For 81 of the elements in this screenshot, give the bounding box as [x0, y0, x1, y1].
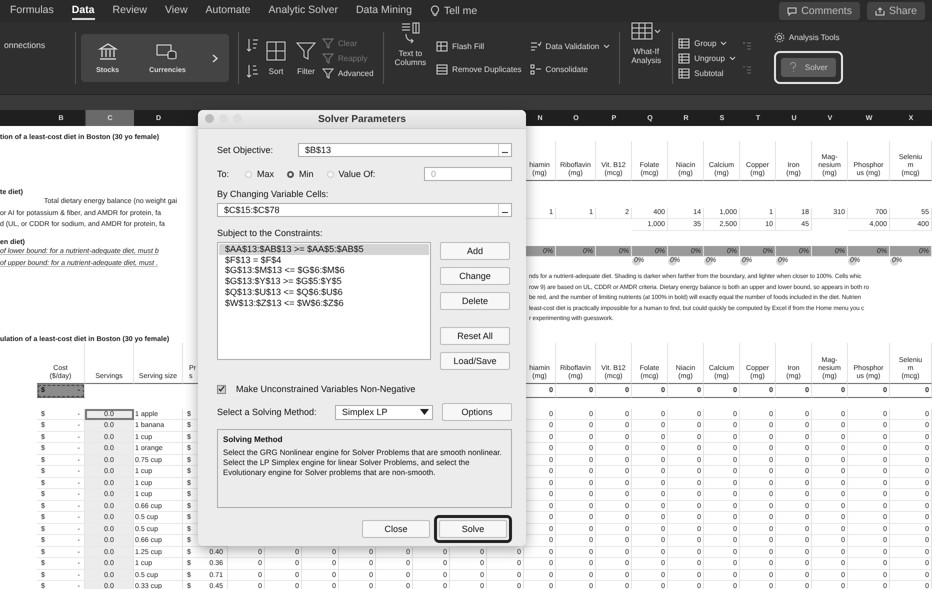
- tell-me-search[interactable]: Tell me: [430, 5, 478, 17]
- ribbon-tab[interactable]: Formulas: [10, 2, 54, 20]
- solver-button[interactable]: Solver: [780, 58, 836, 77]
- radio-option[interactable]: Value Of:: [326, 169, 376, 179]
- comment-icon: [787, 6, 798, 16]
- radio-option[interactable]: Min: [287, 169, 314, 179]
- ribbon-tab[interactable]: Data: [72, 2, 95, 20]
- dialog-button[interactable]: Add: [440, 242, 510, 260]
- chevron-down-icon: [603, 44, 610, 49]
- constraint-item[interactable]: $G$13:$Y$13 >= $G$5:$Y$5: [219, 276, 429, 287]
- dialog-button[interactable]: Reset All: [440, 327, 510, 345]
- chevron-right-icon[interactable]: [212, 54, 218, 62]
- funnel-icon: [322, 52, 334, 64]
- dialog-button[interactable]: Delete: [440, 292, 510, 310]
- nonnegative-checkbox[interactable]: Make Unconstrained Variables Non-Negative: [217, 384, 512, 394]
- field-label: To:: [217, 169, 230, 179]
- radio-option[interactable]: Max: [245, 169, 274, 179]
- checkmark-icon: [218, 385, 225, 393]
- remove-duplicates-button[interactable]: Remove Duplicates: [436, 64, 522, 75]
- grid-icon: [678, 38, 690, 48]
- constraint-item[interactable]: $W$13:$Z$13 <= $W$6:$Z$6: [219, 298, 429, 308]
- filter-icon: [296, 40, 316, 60]
- sort-ascending-icon[interactable]: [246, 38, 260, 52]
- text-to-columns-button[interactable]: Text to Columns: [390, 22, 430, 94]
- share-button[interactable]: Share: [866, 2, 925, 20]
- outline-button[interactable]: Subtotal: [678, 68, 736, 78]
- ribbon-tab[interactable]: Automate: [206, 2, 250, 20]
- field-label: Set Objective:: [217, 145, 274, 155]
- objective-field[interactable]: $B$13: [298, 143, 512, 157]
- connections-label[interactable]: onnections: [4, 40, 46, 50]
- outline-button[interactable]: Group: [678, 38, 736, 48]
- outline-button[interactable]: Ungroup: [678, 52, 736, 64]
- checklist-icon: [530, 41, 542, 52]
- dropdown-icon: [420, 409, 429, 415]
- close-button[interactable]: Close: [362, 520, 430, 538]
- field-label: By Changing Variable Cells:: [217, 189, 330, 199]
- rows-icon: [436, 64, 448, 75]
- ribbon-tab[interactable]: Analytic Solver: [268, 2, 338, 20]
- grid-icon: [678, 68, 690, 78]
- coins-icon: [156, 42, 178, 60]
- ribbon-tab[interactable]: Data Mining: [356, 2, 412, 20]
- dialog-button[interactable]: Load/Save: [440, 352, 510, 370]
- funnel-icon: [322, 68, 334, 78]
- grid-icon: [678, 52, 690, 64]
- table-icon: [631, 22, 662, 42]
- chevron-down-icon: [728, 56, 736, 60]
- sort-button[interactable]: Sort: [262, 40, 290, 76]
- lightbulb-icon: [430, 5, 440, 17]
- solve-button[interactable]: Solve: [439, 520, 507, 538]
- constraint-item[interactable]: $F$13 = $F$4: [219, 254, 429, 266]
- dialog-title: Solver Parameters: [318, 114, 406, 124]
- constraint-item[interactable]: $Q$13:$U$13 <= $Q$6:$U$6: [219, 286, 429, 298]
- constraint-item[interactable]: $AA$13:$AB$13 >= $AA$5:$AB$5: [219, 244, 429, 255]
- options-button[interactable]: Options: [442, 403, 512, 421]
- what-if-analysis-button[interactable]: What-If Analysis: [627, 22, 666, 94]
- constraint-item[interactable]: $G$13:$M$13 <= $G$6:$M$6: [219, 265, 429, 276]
- text-to-columns-icon: [400, 22, 420, 44]
- gear-icon: [774, 32, 785, 43]
- dialog-button[interactable]: Change: [440, 267, 510, 285]
- question-icon: [788, 62, 797, 73]
- method-select[interactable]: Simplex LP: [335, 404, 433, 420]
- collapse-button[interactable]: [498, 144, 511, 156]
- filter-action-button[interactable]: Advanced: [322, 68, 374, 78]
- bank-icon: [98, 42, 118, 60]
- flash-fill-button[interactable]: Flash Fill: [436, 41, 522, 52]
- grid-icon: [436, 41, 448, 52]
- sort-descending-icon[interactable]: [246, 64, 260, 78]
- collapse-button[interactable]: [498, 204, 511, 216]
- ribbon-tab[interactable]: View: [164, 2, 188, 20]
- filter-button[interactable]: Filter: [292, 40, 320, 76]
- field-label: Subject to the Constraints:: [217, 228, 324, 238]
- chevron-down-icon: [720, 40, 728, 46]
- variable-cells-field[interactable]: $C$15:$C$78: [217, 203, 512, 217]
- data-validation-button[interactable]: Data Validation: [530, 41, 610, 52]
- ribbon-tab[interactable]: Review: [112, 2, 147, 20]
- consolidate-button[interactable]: Consolidate: [530, 64, 610, 75]
- consolidate-icon: [530, 64, 542, 75]
- funnel-icon: [322, 38, 334, 48]
- analysis-tools-button[interactable]: Analysis Tools: [774, 32, 843, 43]
- comments-button[interactable]: Comments: [779, 2, 860, 20]
- share-icon: [874, 6, 885, 16]
